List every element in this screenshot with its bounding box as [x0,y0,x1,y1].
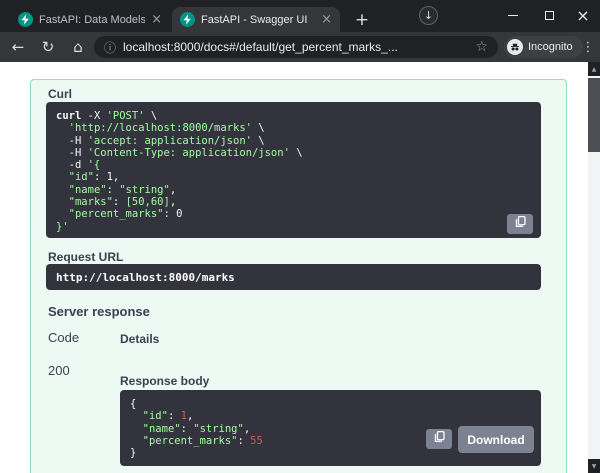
browser-window: FastAPI: Data Models. Lear × FastAPI - S… [0,0,600,473]
scroll-up-icon[interactable]: ▲ [588,62,600,76]
copy-curl-button[interactable] [507,214,533,234]
tab-close-icon[interactable]: × [321,13,332,26]
scroll-down-icon[interactable]: ▼ [588,459,600,473]
request-url-bar: http://localhost:8000/marks [46,264,541,290]
details-column-header: Details [120,332,159,346]
copy-icon [514,215,527,233]
tab-swagger-ui-active[interactable]: FastAPI - Swagger UI × [172,7,340,32]
fastapi-favicon-icon [18,12,33,27]
back-icon[interactable]: ← [4,32,32,62]
new-tab-button[interactable]: + [350,7,374,32]
incognito-icon [507,39,523,55]
request-url-value: http://localhost:8000/marks [56,271,235,284]
download-bubble-icon[interactable]: ↓ [419,6,438,25]
response-status-code: 200 [48,363,70,378]
minimize-button[interactable] [496,0,530,30]
tab-strip: FastAPI: Data Models. Lear × FastAPI - S… [0,0,600,32]
copy-response-button[interactable] [426,429,452,449]
request-url-label: Request URL [48,250,123,264]
curl-code-block: curl -X 'POST' \ 'http://localhost:8000/… [46,102,541,238]
curl-label: Curl [48,87,72,101]
address-bar[interactable]: ⓘ localhost:8000/docs#/default/get_perce… [94,36,498,58]
code-column-header: Code [48,330,79,345]
tab-title: FastAPI: Data Models. Lear [39,14,145,26]
incognito-badge: Incognito [504,36,583,58]
home-icon[interactable]: ⌂ [64,32,92,62]
minimize-icon [508,15,518,16]
incognito-label: Incognito [528,41,573,53]
copy-icon [433,430,446,448]
response-body-label: Response body [120,374,209,388]
scrollbar-thumb[interactable] [588,78,600,152]
server-response-heading: Server response [48,304,150,319]
tab-close-icon[interactable]: × [151,13,162,26]
tab-title: FastAPI - Swagger UI [201,14,315,26]
reload-icon[interactable]: ↻ [34,32,62,62]
browser-menu-icon[interactable]: ⋮ [580,32,596,62]
site-info-icon[interactable]: ⓘ [104,39,116,56]
fastapi-favicon-icon [180,12,195,27]
maximize-button[interactable] [532,0,566,30]
swagger-page: Curl curl -X 'POST' \ 'http://localhost:… [0,62,588,473]
maximize-icon [545,11,554,20]
tab-fastapi-data-models[interactable]: FastAPI: Data Models. Lear × [10,7,170,32]
close-window-button[interactable]: × [566,0,600,30]
url-text: localhost:8000/docs#/default/get_percent… [123,40,468,54]
download-button[interactable]: Download [458,426,534,453]
bookmark-star-icon[interactable]: ☆ [475,39,488,55]
